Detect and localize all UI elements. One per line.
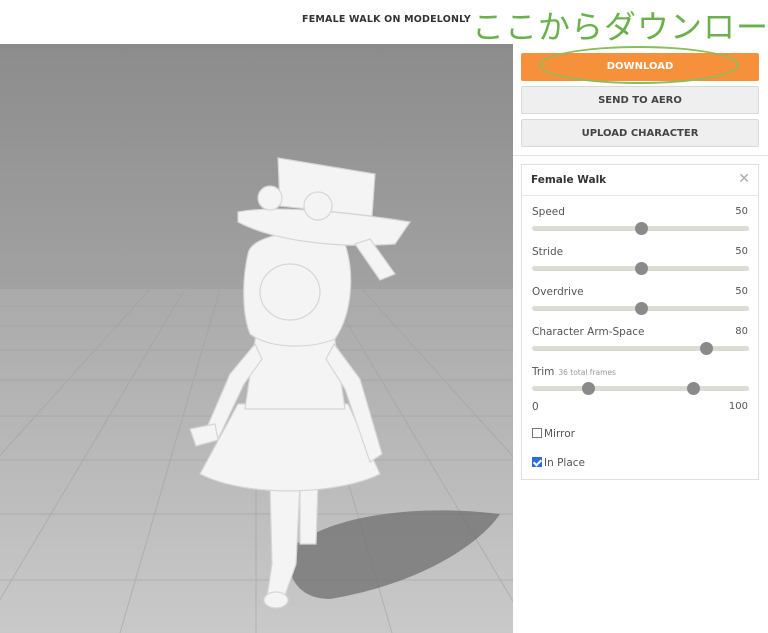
panel-header: Female Walk ✕	[522, 165, 758, 196]
in-place-label: In Place	[544, 457, 586, 469]
overdrive-label: Overdrive	[532, 286, 584, 298]
stride-slider-thumb[interactable]	[634, 262, 648, 275]
sidebar: DOWNLOAD SEND TO AERO UPLOAD CHARACTER F…	[513, 44, 768, 633]
trim-min-label: 0	[532, 401, 539, 413]
overdrive-slider[interactable]	[532, 302, 749, 315]
send-to-aero-button[interactable]: SEND TO AERO	[521, 86, 759, 114]
animation-settings-panel: Female Walk ✕ Speed 50 Stride 50 Overdri…	[521, 164, 759, 480]
speed-slider[interactable]	[532, 222, 749, 235]
trim-label-text: Trim	[532, 366, 555, 378]
character-preview	[0, 157, 513, 633]
close-icon[interactable]: ✕	[738, 171, 750, 187]
speed-value: 50	[735, 206, 748, 217]
trim-max-label: 100	[728, 401, 748, 412]
upload-character-button[interactable]: UPLOAD CHARACTER	[521, 119, 759, 147]
speed-label: Speed	[532, 206, 565, 218]
overdrive-slider-thumb[interactable]	[634, 302, 648, 315]
arm-space-slider[interactable]	[532, 342, 749, 355]
mirror-checkbox-row[interactable]: Mirror	[532, 428, 575, 440]
download-highlight-ellipse	[539, 46, 739, 84]
mirror-label: Mirror	[544, 428, 575, 440]
in-place-checkbox-row[interactable]: In Place	[532, 457, 585, 469]
divider	[513, 155, 768, 156]
speed-slider-thumb[interactable]	[634, 222, 648, 235]
panel-title: Female Walk	[531, 174, 607, 186]
animation-title: FEMALE WALK ON MODELONLY	[302, 14, 471, 25]
overdrive-value: 50	[735, 286, 748, 297]
trim-start-thumb[interactable]	[582, 382, 596, 395]
trim-frames: 36 total frames	[558, 368, 616, 377]
stride-value: 50	[735, 246, 748, 257]
arm-space-label: Character Arm-Space	[532, 326, 645, 338]
in-place-checkbox[interactable]	[532, 457, 542, 467]
trim-label: Trim 36 total frames	[532, 366, 616, 378]
mirror-checkbox[interactable]	[532, 428, 542, 438]
trim-slider[interactable]	[532, 382, 749, 395]
stride-label: Stride	[532, 246, 564, 258]
arm-space-slider-thumb[interactable]	[699, 342, 713, 355]
top-bar: FEMALE WALK ON MODELONLY ここからダウンロード	[0, 0, 768, 46]
stride-slider[interactable]	[532, 262, 749, 275]
download-annotation: ここからダウンロード	[472, 8, 768, 46]
arm-space-value: 80	[735, 326, 748, 337]
trim-end-thumb[interactable]	[686, 382, 700, 395]
3d-viewport[interactable]	[0, 44, 513, 633]
